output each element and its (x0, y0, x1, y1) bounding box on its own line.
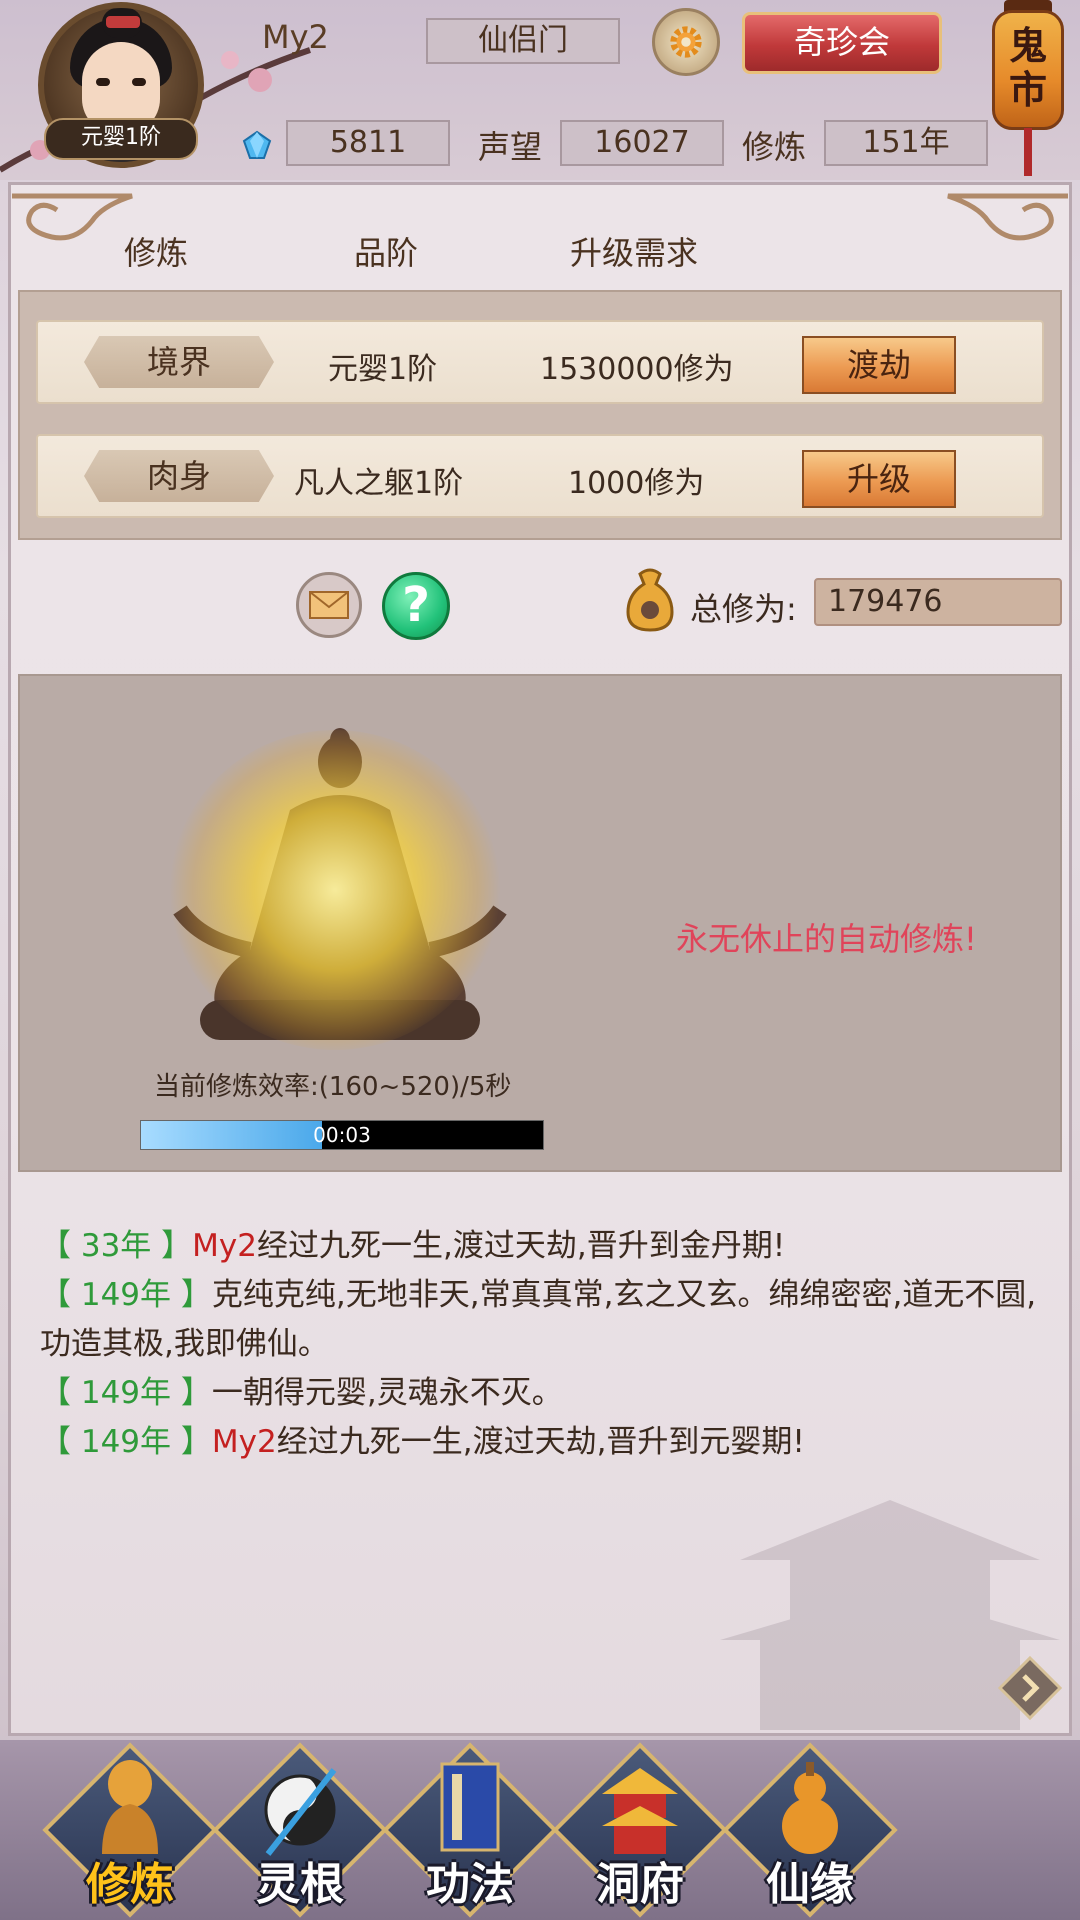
log-text: 经过九死一生,渡过天劫,晋升到金丹期! (256, 1228, 786, 1264)
requirement-row-body: 肉身 凡人之躯1阶 1000修为 升级 (36, 434, 1044, 518)
body-requirement: 1000修为 (568, 466, 705, 501)
avatar-eye (96, 78, 110, 86)
nav-cave-dwelling[interactable]: 洞府 (552, 1742, 728, 1918)
gear-icon (670, 26, 702, 58)
cultivation-progress-bar: 00:03 (140, 1120, 544, 1150)
progress-timer: 00:03 (313, 1123, 371, 1147)
reputation-value: 16027 (560, 120, 724, 166)
mail-button[interactable] (296, 572, 362, 638)
reputation-label: 声望 (478, 128, 543, 166)
cloud-ornament-left (12, 193, 133, 241)
column-header-grade: 品阶 (354, 234, 419, 272)
nav-label: 仙缘 (766, 1859, 854, 1910)
question-icon: ? (402, 577, 430, 633)
nav-label: 灵根 (256, 1859, 344, 1910)
help-button[interactable]: ? (382, 572, 450, 640)
total-cultivation-label: 总修为: (690, 590, 797, 628)
log-player-name: My2 (192, 1228, 257, 1264)
total-cultivation-value: 179476 (814, 578, 1062, 626)
cultivation-time-label: 修炼 (742, 128, 807, 166)
log-year: 【 149年 】 (40, 1424, 212, 1460)
nav-spirit-root[interactable]: 灵根 (212, 1742, 388, 1918)
player-name: My2 (262, 18, 329, 56)
realm-label: 境界 (84, 336, 274, 388)
log-player-name: My2 (211, 1424, 277, 1460)
log-entry: 【 149年 】克纯克纯,无地非天,常真真常,玄之又玄。绵绵密密,道无不圆,功造… (40, 1271, 1040, 1369)
log-year: 【 149年 】 (40, 1375, 212, 1411)
log-entry: 【 149年 】一朝得元婴,灵魂永不灭。 (40, 1369, 1040, 1418)
log-year: 【 33年 】 (40, 1228, 193, 1264)
gem-icon (242, 130, 272, 159)
column-header-cultivation: 修炼 (124, 234, 189, 272)
avatar-crown (106, 16, 140, 28)
settings-button[interactable] (652, 8, 720, 76)
lantern-tassel (1024, 128, 1032, 176)
log-text: 一朝得元婴,灵魂永不灭。 (211, 1375, 563, 1411)
event-log: 【 33年 】My2经过九死一生,渡过天劫,晋升到金丹期! 【 149年 】克纯克… (40, 1222, 1040, 1467)
mail-icon (309, 591, 349, 619)
body-grade: 凡人之躯1阶 (294, 466, 464, 501)
nav-label: 修炼 (86, 1859, 174, 1910)
log-entry: 【 33年 】My2经过九死一生,渡过天劫,晋升到金丹期! (40, 1222, 1040, 1271)
realm-requirement: 1530000修为 (540, 352, 734, 387)
column-header-requirement: 升级需求 (570, 234, 699, 272)
requirement-row-realm: 境界 元婴1阶 1530000修为 渡劫 (36, 320, 1044, 404)
body-label: 肉身 (84, 450, 274, 502)
money-bag-icon (626, 568, 674, 632)
cultivation-time-value: 151年 (824, 120, 988, 166)
rank-badge: 元婴1阶 (44, 118, 198, 160)
cloud-ornament-right (947, 193, 1068, 241)
cultivation-rate: 当前修炼效率:(160~520)/5秒 (154, 1072, 512, 1102)
nav-cultivation[interactable]: 修炼 (42, 1742, 218, 1918)
upgrade-button[interactable]: 升级 (802, 450, 956, 508)
next-arrow-button[interactable] (998, 1656, 1062, 1720)
treasure-market-button[interactable]: 奇珍会 (742, 12, 942, 74)
nav-label: 功法 (426, 1859, 514, 1910)
realm-grade: 元婴1阶 (328, 352, 438, 387)
log-year: 【 149年 】 (40, 1277, 212, 1313)
nav-techniques[interactable]: 功法 (382, 1742, 558, 1918)
gem-count: 5811 (286, 120, 450, 166)
sect-name: 仙侣门 (426, 18, 620, 64)
cultivation-aura (170, 730, 500, 1050)
tribulation-button[interactable]: 渡劫 (802, 336, 956, 394)
nav-immortal-fate[interactable]: 仙缘 (722, 1742, 898, 1918)
nav-label: 洞府 (596, 1859, 684, 1910)
ghost-market-label: 鬼市 (1008, 24, 1047, 112)
avatar-eye (132, 78, 146, 86)
auto-cultivation-slogan: 永无休止的自动修炼! (676, 920, 977, 958)
